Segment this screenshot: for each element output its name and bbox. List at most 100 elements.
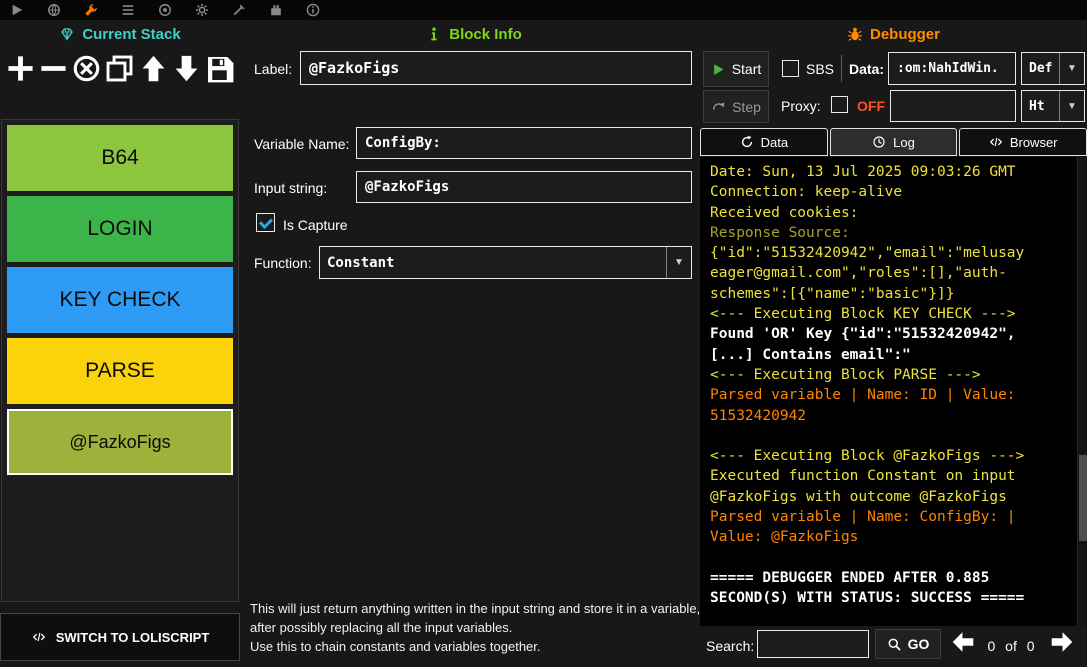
search-go-button[interactable]: GO [875, 629, 941, 659]
log-line: <--- Executing Block PARSE ---> [710, 365, 1077, 385]
current-stack-title: Current Stack [82, 26, 180, 43]
function-label: Function: [254, 255, 312, 271]
plugins-icon[interactable] [269, 3, 283, 17]
proxy-off-status: OFF [857, 98, 885, 114]
description-line: Use this to chain constants and variable… [250, 638, 702, 657]
function-value: Constant [320, 255, 666, 271]
log-line: ===== DEBUGGER ENDED AFTER 0.885 [710, 568, 1077, 588]
next-match-button[interactable] [1048, 630, 1075, 657]
wordlist-type-dropdown[interactable]: Def ▼ [1021, 52, 1085, 85]
debugger-tabs: Data Log Browser [700, 128, 1087, 156]
tab-browser[interactable]: Browser [959, 128, 1087, 156]
tools-icon[interactable] [232, 3, 246, 17]
function-description: This will just return anything written i… [250, 600, 702, 657]
stack-block--fazkofigs[interactable]: @FazkoFigs [7, 409, 233, 475]
description-line: This will just return anything written i… [250, 600, 702, 638]
tab-data[interactable]: Data [700, 128, 828, 156]
openbullet-stacker-window: Current Stack Block Info Debugger B64LOG… [0, 0, 1087, 667]
proxies-icon[interactable] [47, 3, 61, 17]
add-block-button[interactable] [5, 51, 36, 85]
start-button[interactable]: Start [703, 51, 769, 87]
switch-to-loliscript-button[interactable]: SWITCH TO LOLISCRIPT [0, 613, 240, 661]
variable-name-label: Variable Name: [254, 136, 349, 152]
wordlists-icon[interactable] [121, 3, 135, 17]
remove-block-button[interactable] [38, 51, 69, 85]
move-block-down-button[interactable] [171, 51, 202, 85]
block-info-header: Block Info [248, 22, 700, 46]
refresh-icon [740, 135, 754, 149]
debug-data-input[interactable] [888, 52, 1016, 85]
step-button[interactable]: Step [703, 90, 769, 123]
tab-label: Data [761, 135, 788, 150]
tab-log[interactable]: Log [830, 128, 958, 156]
chevron-down-icon: ▼ [1059, 91, 1084, 121]
log-line: <--- Executing Block KEY CHECK ---> [710, 304, 1077, 324]
previous-match-button[interactable] [949, 630, 976, 657]
play-icon [711, 62, 726, 77]
log-search-input[interactable] [757, 630, 869, 658]
clear-stack-button[interactable] [71, 51, 102, 85]
sbs-label: SBS [806, 61, 834, 77]
log-line: Received cookies: [710, 203, 1077, 223]
stack-block-key-check[interactable]: KEY CHECK [7, 267, 233, 333]
scrollbar-thumb[interactable] [1079, 455, 1087, 541]
chevron-down-icon: ▼ [666, 247, 691, 278]
input-string-input[interactable] [356, 171, 692, 203]
settings-icon[interactable] [195, 3, 209, 17]
runner-icon[interactable] [10, 3, 24, 17]
variable-name-input[interactable] [356, 127, 692, 159]
code-icon [989, 135, 1003, 149]
log-line: [...] Contains email":" [710, 345, 1077, 365]
function-dropdown[interactable]: Constant ▼ [319, 246, 692, 279]
proxy-type-dropdown[interactable]: Ht ▼ [1021, 90, 1085, 122]
log-line: Date: Sun, 13 Jul 2025 09:03:26 GMT [710, 162, 1077, 182]
log-line: Parsed variable | Name: ID | Value: [710, 385, 1077, 405]
duplicate-block-button[interactable] [104, 51, 135, 85]
stack-block-parse[interactable]: PARSE [7, 338, 233, 404]
tab-label: Browser [1010, 135, 1058, 150]
is-capture-checkbox[interactable] [256, 213, 275, 232]
stack-block-login[interactable]: LOGIN [7, 196, 233, 262]
proxy-input[interactable] [890, 90, 1016, 122]
is-capture-label: Is Capture [283, 217, 348, 233]
log-line: schemes":[{"name":"basic"}]} [710, 284, 1077, 304]
chevron-down-icon: ▼ [1059, 53, 1084, 84]
wordlist-type-value: Def [1022, 61, 1059, 76]
stack-toolbar [0, 47, 240, 89]
step-button-label: Step [732, 99, 761, 115]
clock-icon [872, 135, 886, 149]
about-icon[interactable] [306, 3, 320, 17]
log-line: Found 'OR' Key {"id":"51532420942", [710, 324, 1077, 344]
search-match-count: 0 of 0 [980, 638, 1042, 654]
log-scrollbar[interactable] [1077, 157, 1087, 626]
log-line: {"id":"51532420942","email":"melusay [710, 243, 1077, 263]
save-config-button[interactable] [204, 51, 235, 85]
stack-block-b64[interactable]: B64 [7, 125, 233, 191]
proxy-checkbox[interactable] [831, 96, 848, 113]
block-label-input[interactable] [300, 51, 692, 85]
label-field-label: Label: [254, 61, 292, 77]
step-icon [711, 99, 726, 114]
search-icon [887, 637, 902, 652]
log-line: Connection: keep-alive [710, 182, 1077, 202]
diamond-icon [59, 26, 75, 42]
block-stack-list: B64LOGINKEY CHECKPARSE@FazkoFigs [1, 119, 239, 602]
arrow-left-icon [950, 629, 976, 658]
separator [841, 55, 842, 82]
log-line: SECOND(S) WITH STATUS: SUCCESS ===== [710, 588, 1077, 608]
log-line: Response Source: [710, 223, 1077, 243]
proxy-type-value: Ht [1022, 99, 1059, 114]
log-line: eager@gmail.com","roles":[],"auth- [710, 263, 1077, 283]
debugger-header: Debugger [700, 22, 1087, 46]
hits-icon[interactable] [158, 3, 172, 17]
top-menu-bar [0, 0, 1087, 20]
start-button-label: Start [732, 61, 762, 77]
sbs-checkbox[interactable] [782, 60, 799, 77]
switch-button-label: SWITCH TO LOLISCRIPT [56, 630, 210, 645]
configs-icon[interactable] [84, 3, 98, 17]
move-block-up-button[interactable] [138, 51, 169, 85]
log-line: 51532420942 [710, 406, 1077, 426]
arrow-right-icon [1049, 629, 1075, 658]
log-line: <--- Executing Block @FazkoFigs ---> [710, 446, 1077, 466]
block-info-title: Block Info [449, 26, 522, 43]
